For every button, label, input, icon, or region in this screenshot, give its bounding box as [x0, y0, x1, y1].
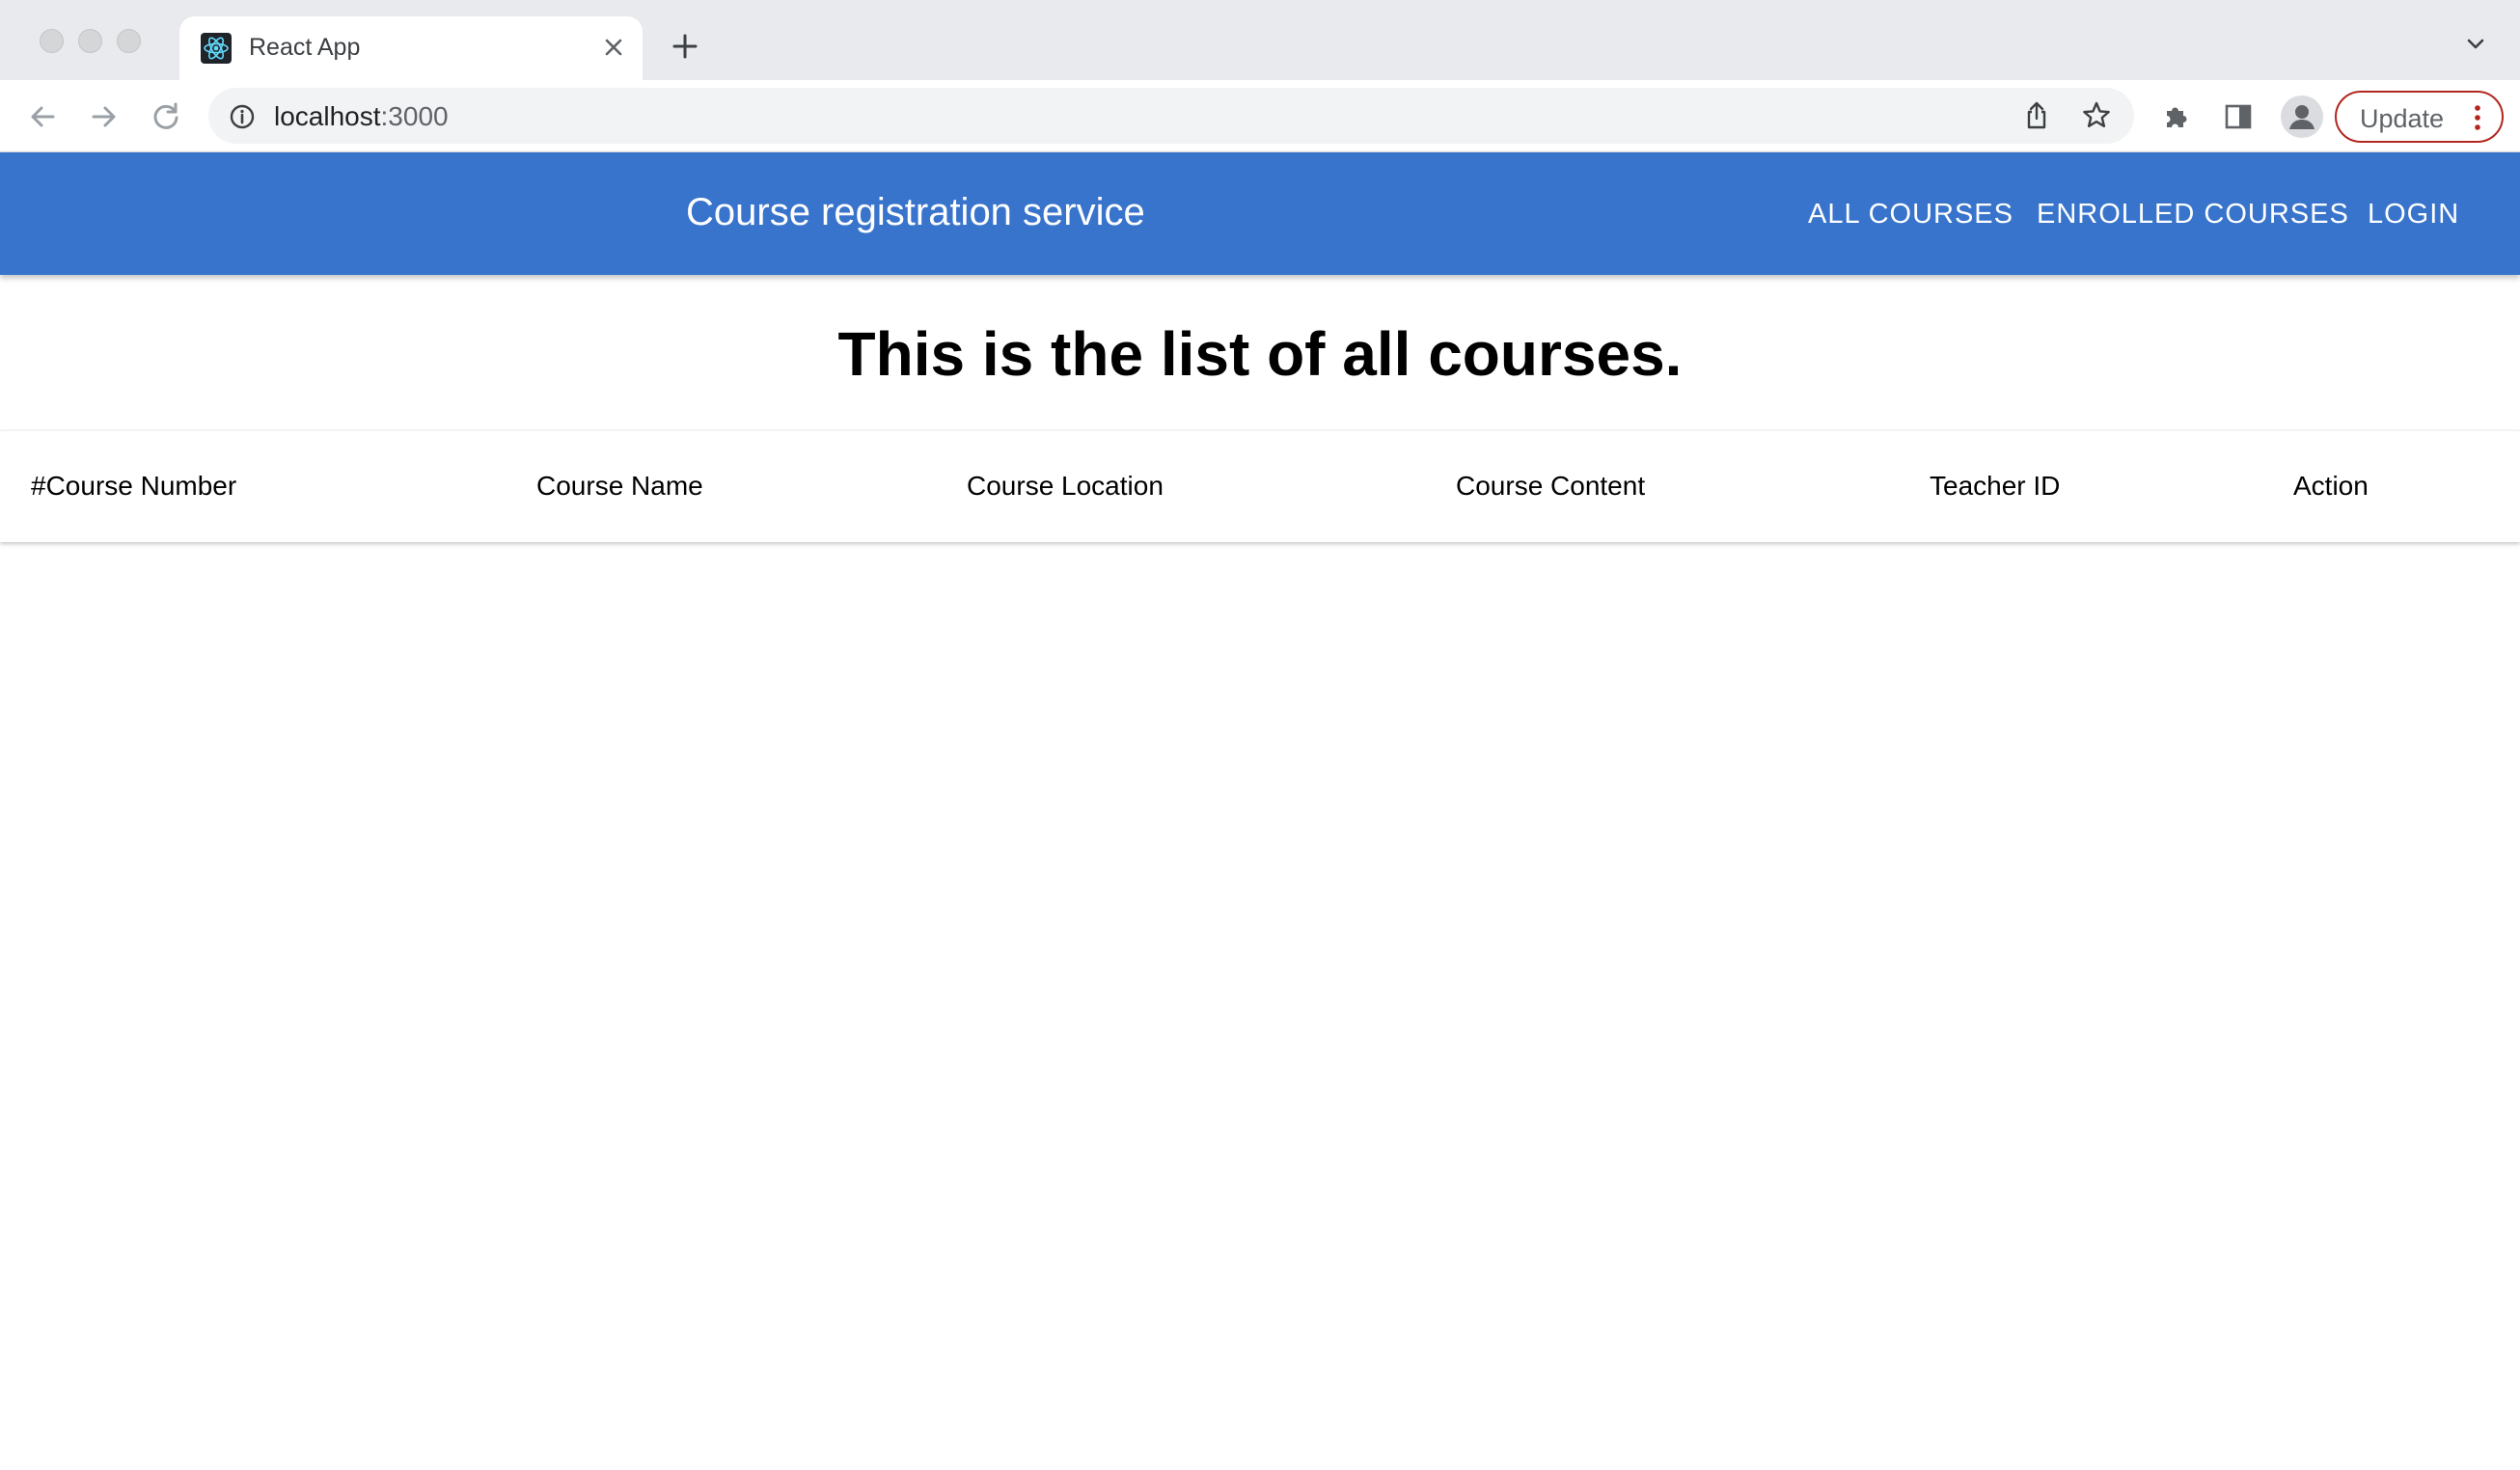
chevron-down-icon[interactable]: [2462, 31, 2489, 58]
browser-tab[interactable]: React App: [179, 16, 643, 80]
page-heading: This is the list of all courses.: [837, 319, 1683, 389]
avatar[interactable]: [2281, 95, 2323, 138]
puzzle-icon[interactable]: [2159, 99, 2194, 134]
close-icon[interactable]: [596, 30, 631, 65]
app-title: Course registration service: [686, 191, 1145, 233]
star-icon[interactable]: [2080, 99, 2113, 132]
column-header-course-content: Course Content: [1456, 471, 1646, 501]
react-logo-icon: [201, 33, 232, 64]
url-host: localhost: [274, 101, 381, 131]
arrow-left-icon[interactable]: [23, 97, 62, 136]
window-close-button[interactable]: [40, 29, 64, 53]
reload-icon[interactable]: [147, 97, 185, 136]
address-bar[interactable]: localhost:3000: [208, 88, 2134, 144]
column-header-course-number: #Course Number: [31, 471, 237, 501]
window-maximize-button[interactable]: [117, 29, 141, 53]
nav-all-courses[interactable]: ALL COURSES: [1808, 199, 2013, 231]
update-label: Update: [2360, 104, 2445, 133]
update-button[interactable]: Update: [2335, 91, 2504, 143]
column-header-action: Action: [2293, 471, 2369, 501]
url-port: :3000: [380, 101, 449, 131]
column-header-course-location: Course Location: [967, 471, 1164, 501]
browser-toolbar: localhost:3000 Update: [0, 80, 2520, 152]
column-header-teacher-id: Teacher ID: [1930, 471, 2061, 501]
tab-title: React App: [249, 34, 361, 61]
url-text[interactable]: localhost:3000: [274, 101, 449, 132]
window-minimize-button[interactable]: [78, 29, 102, 53]
share-icon[interactable]: [2020, 99, 2053, 132]
nav-enrolled-courses[interactable]: ENROLLED COURSES: [2037, 199, 2349, 231]
plus-icon[interactable]: [666, 27, 704, 66]
kebab-menu-icon[interactable]: [2472, 103, 2483, 132]
arrow-right-icon[interactable]: [85, 97, 123, 136]
column-header-course-name: Course Name: [536, 471, 703, 501]
browser-tab-bar: React App: [0, 0, 2520, 80]
courses-table: #Course Number Course Name Course Locati…: [0, 430, 2520, 542]
info-icon[interactable]: [228, 102, 257, 131]
nav-login[interactable]: LOGIN: [2368, 199, 2459, 231]
side-panel-icon[interactable]: [2221, 99, 2256, 134]
app-header: Course registration service ALL COURSES …: [0, 152, 2520, 275]
